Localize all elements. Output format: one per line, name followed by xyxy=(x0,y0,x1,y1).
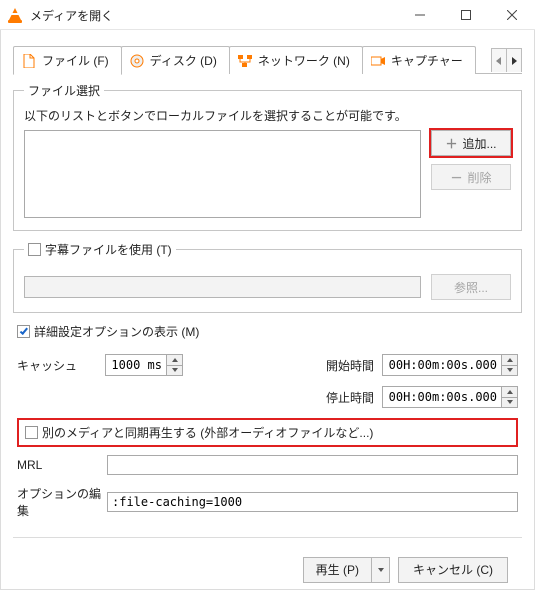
cache-value[interactable] xyxy=(106,355,166,375)
stop-time-label: 停止時間 xyxy=(326,389,374,406)
checkbox-icon xyxy=(28,243,41,256)
file-list[interactable] xyxy=(24,130,421,218)
file-selection-legend: ファイル選択 xyxy=(24,82,104,99)
tab-network[interactable]: ネットワーク (N) xyxy=(229,46,363,74)
minimize-button[interactable] xyxy=(397,0,443,30)
cache-down[interactable] xyxy=(167,366,182,376)
subtitle-browse-label: 参照... xyxy=(454,279,488,296)
cancel-button[interactable]: キャンセル (C) xyxy=(398,557,508,583)
file-selection-hint: 以下のリストとボタンでローカルファイルを選択することが可能です。 xyxy=(24,107,511,124)
minus-icon: － xyxy=(450,169,462,186)
stop-time-value[interactable] xyxy=(383,387,501,407)
subtitle-path-input[interactable] xyxy=(24,276,421,298)
stop-up[interactable] xyxy=(502,387,517,398)
cancel-button-label: キャンセル (C) xyxy=(413,561,493,578)
cache-label: キャッシュ xyxy=(17,357,97,374)
play-dropdown[interactable] xyxy=(371,558,389,582)
stop-time-spinner[interactable] xyxy=(382,386,518,408)
checkbox-icon xyxy=(25,426,38,439)
cache-up[interactable] xyxy=(167,355,182,366)
start-time-label: 開始時間 xyxy=(326,357,374,374)
sync-row-highlight: 別のメディアと同期再生する (外部オーディオファイルなど...) xyxy=(17,418,518,447)
tab-scroll-left[interactable] xyxy=(491,48,507,72)
file-selection-group: ファイル選択 以下のリストとボタンでローカルファイルを選択することが可能です。 … xyxy=(13,82,522,231)
show-advanced-label: 詳細設定オプションの表示 (M) xyxy=(34,323,199,340)
tab-disc[interactable]: ディスク (D) xyxy=(121,46,230,74)
sync-play-label: 別のメディアと同期再生する (外部オーディオファイルなど...) xyxy=(42,424,373,441)
checkbox-icon xyxy=(17,325,30,338)
vlc-icon xyxy=(8,8,22,22)
capture-icon xyxy=(371,54,385,68)
titlebar: メディアを開く xyxy=(0,0,535,30)
tab-scroll-right[interactable] xyxy=(506,48,522,72)
plus-icon: ＋ xyxy=(445,135,457,152)
tab-capture-label: キャプチャー xyxy=(391,52,463,69)
start-up[interactable] xyxy=(502,355,517,366)
bottom-bar: 再生 (P) キャンセル (C) xyxy=(13,550,522,589)
subtitle-browse-button[interactable]: 参照... xyxy=(431,274,511,300)
disc-icon xyxy=(130,54,144,68)
window-buttons xyxy=(397,0,535,30)
tab-disc-label: ディスク (D) xyxy=(150,52,217,69)
play-button[interactable]: 再生 (P) xyxy=(303,557,390,583)
start-time-value[interactable] xyxy=(383,355,501,375)
options-label: オプションの編集 xyxy=(17,485,107,519)
use-subtitle-checkbox[interactable]: 字幕ファイルを使用 (T) xyxy=(28,241,172,258)
window-title: メディアを開く xyxy=(30,5,397,24)
divider xyxy=(13,537,522,538)
add-button[interactable]: ＋ 追加... xyxy=(431,130,511,156)
file-icon xyxy=(22,54,36,68)
maximize-button[interactable] xyxy=(443,0,489,30)
mrl-input[interactable] xyxy=(107,455,518,475)
tab-file[interactable]: ファイル (F) xyxy=(13,46,122,75)
sync-play-checkbox[interactable]: 別のメディアと同期再生する (外部オーディオファイルなど...) xyxy=(25,424,510,441)
stop-down[interactable] xyxy=(502,398,517,408)
start-down[interactable] xyxy=(502,366,517,376)
tab-network-label: ネットワーク (N) xyxy=(258,52,350,69)
use-subtitle-label: 字幕ファイルを使用 (T) xyxy=(45,241,172,258)
remove-button-label: 削除 xyxy=(468,169,492,186)
tab-file-label: ファイル (F) xyxy=(42,52,109,69)
tab-panel-file: ファイル選択 以下のリストとボタンでローカルファイルを選択することが可能です。 … xyxy=(13,82,522,589)
cache-spinner[interactable] xyxy=(105,354,183,376)
network-icon xyxy=(238,54,252,68)
options-input[interactable] xyxy=(107,492,518,512)
play-button-label: 再生 (P) xyxy=(316,561,359,578)
dialog-body: ファイル (F) ディスク (D) ネットワーク (N) キャプチャー xyxy=(0,30,535,590)
remove-button[interactable]: － 削除 xyxy=(431,164,511,190)
tab-strip: ファイル (F) ディスク (D) ネットワーク (N) キャプチャー xyxy=(13,46,522,74)
tab-capture[interactable]: キャプチャー xyxy=(362,46,476,74)
advanced-section: 詳細設定オプションの表示 (M) キャッシュ 開始時間 xyxy=(13,323,522,519)
subtitle-group: 字幕ファイルを使用 (T) 参照... xyxy=(13,241,522,313)
start-time-spinner[interactable] xyxy=(382,354,518,376)
mrl-label: MRL xyxy=(17,458,107,472)
close-button[interactable] xyxy=(489,0,535,30)
add-button-label: 追加... xyxy=(463,135,497,152)
show-advanced-checkbox[interactable]: 詳細設定オプションの表示 (M) xyxy=(17,323,518,340)
